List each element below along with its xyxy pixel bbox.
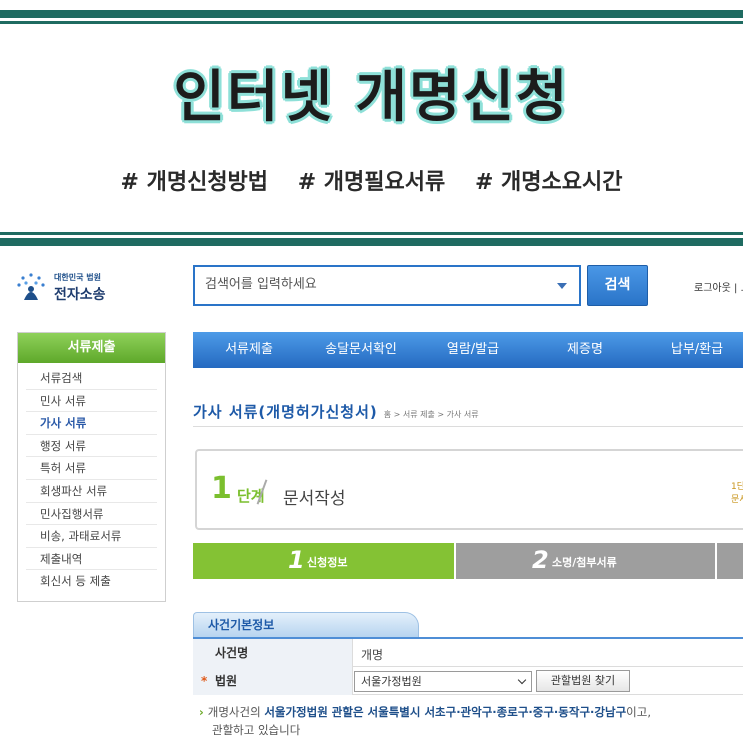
- arrow-right-icon: ›: [199, 705, 204, 719]
- banner-tag: # 개명필요서류: [297, 170, 446, 195]
- sidebar-list: 서류검색 민사 서류 가사 서류 행정 서류 특허 서류 회생파산 서류 민사집…: [18, 363, 165, 593]
- note-districts: 서울특별시 서초구·관악구·종로구·중구·동작구·강남구: [367, 705, 627, 719]
- banner-stripe-top-thin: [0, 21, 743, 24]
- banner-stripe-top-thick: [0, 10, 743, 18]
- sidebar-item-civil-execution[interactable]: 민사집행서류: [26, 503, 157, 526]
- sidebar-item-reply-submit[interactable]: 회신서 등 제출: [26, 570, 157, 593]
- banner-tag: # 개명소요시간: [474, 170, 623, 195]
- nav-item-document-submit[interactable]: 서류제출: [193, 332, 305, 368]
- sidebar-item-document-search[interactable]: 서류검색: [26, 367, 157, 390]
- step-text: 문서작성: [283, 489, 346, 509]
- banner-tag: # 개명신청방법: [120, 170, 269, 195]
- case-name-row: 사건명 개명: [193, 639, 743, 667]
- tab-number: 1: [288, 546, 305, 574]
- form-step-tabs: 1 신청정보 2 소명/첨부서류: [193, 543, 743, 579]
- banner-stripe-bottom-thick: [0, 238, 743, 246]
- tab-number: 2: [532, 546, 549, 574]
- step-side-note: 1단 문서: [731, 481, 743, 507]
- nav-item-payment-refund[interactable]: 납부/환급: [641, 332, 743, 368]
- sidebar-item-submission-history[interactable]: 제출내역: [26, 548, 157, 571]
- step-number: 1: [211, 471, 232, 506]
- note-court: 서울가정법원: [264, 705, 328, 719]
- step-indicator: 1 단계 문서작성 1단 문서: [195, 449, 743, 530]
- find-court-button[interactable]: 관할법원 찾기: [536, 670, 630, 692]
- logo-big-text: 전자소송: [54, 287, 106, 303]
- case-name-value: 개명: [361, 648, 384, 662]
- step-side-line: 문서: [731, 495, 743, 505]
- chevron-down-icon: [517, 675, 527, 685]
- court-logo-icon: [17, 273, 45, 300]
- search-button[interactable]: 검색: [587, 265, 648, 306]
- sidebar-item-civil[interactable]: 민사 서류: [26, 390, 157, 413]
- note-middle: 관할은: [327, 705, 368, 719]
- tab-label: 신청정보: [307, 556, 348, 569]
- tab-attachments[interactable]: 2 소명/첨부서류: [454, 543, 715, 579]
- sidebar-item-bankruptcy[interactable]: 회생파산 서류: [26, 480, 157, 503]
- case-info-tab: 사건기본정보: [193, 612, 419, 638]
- breadcrumb: 홈 > 서류 제출 > 가사 서류: [383, 410, 479, 419]
- nav-item-certificate[interactable]: 제증명: [529, 332, 641, 368]
- sidebar-item-non-contentious[interactable]: 비송, 과태료서류: [26, 525, 157, 548]
- required-mark: *: [201, 674, 208, 688]
- court-row: * 법원 서울가정법원 관할법원 찾기: [193, 667, 743, 695]
- logout-link[interactable]: 로그아웃 | ...: [694, 279, 743, 294]
- site-logo[interactable]: 대한민국 법원 전자소송: [14, 268, 124, 308]
- court-select[interactable]: 서울가정법원: [354, 671, 532, 692]
- note-suffix: 이고,: [626, 705, 651, 719]
- search-box[interactable]: [193, 265, 581, 306]
- title-divider: [193, 426, 743, 427]
- sidebar-item-patent[interactable]: 특허 서류: [26, 457, 157, 480]
- sidebar-item-administrative[interactable]: 행정 서류: [26, 435, 157, 458]
- search-input[interactable]: [205, 277, 545, 292]
- banner-stripe-bottom-thin: [0, 232, 743, 235]
- sidebar-title: 서류제출: [18, 333, 165, 363]
- step-side-line: 1단: [731, 482, 743, 492]
- tab-application-info[interactable]: 1 신청정보: [193, 543, 454, 579]
- banner-tags: # 개명신청방법 # 개명필요서류 # 개명소요시간: [0, 164, 743, 196]
- jurisdiction-note-line2: 관할하고 있습니다: [212, 723, 301, 737]
- banner-title: 인터넷 개명신청: [173, 65, 570, 130]
- tab-next-step[interactable]: [715, 543, 743, 579]
- note-prefix: 개명사건의: [207, 705, 265, 719]
- sidebar: 서류제출 서류검색 민사 서류 가사 서류 행정 서류 특허 서류 회생파산 서…: [17, 332, 166, 602]
- main-nav: 서류제출 송달문서확인 열람/발급 제증명 납부/환급: [193, 332, 743, 368]
- court-select-value: 서울가정법원: [361, 675, 422, 688]
- jurisdiction-note: › 개명사건의 서울가정법원 관할은 서울특별시 서초구·관악구·종로구·중구·동…: [199, 704, 651, 721]
- tab-label: 소명/첨부서류: [552, 556, 617, 569]
- logo-small-text: 대한민국 법원: [54, 273, 101, 282]
- court-label-cell: * 법원: [193, 667, 353, 695]
- nav-item-view-issue[interactable]: 열람/발급: [417, 332, 529, 368]
- nav-item-service-check[interactable]: 송달문서확인: [305, 332, 417, 368]
- blog-banner: 인터넷 개명신청 # 개명신청방법 # 개명필요서류 # 개명소요시간: [0, 0, 743, 246]
- court-label: 법원: [215, 674, 238, 688]
- sidebar-item-family[interactable]: 가사 서류: [26, 412, 157, 435]
- page-title: 가사 서류(개명허가신청서) 홈 > 서류 제출 > 가사 서류: [193, 401, 479, 422]
- chevron-down-icon[interactable]: [557, 283, 567, 289]
- page-title-text: 가사 서류(개명허가신청서): [193, 403, 378, 421]
- case-name-label: 사건명: [193, 639, 353, 667]
